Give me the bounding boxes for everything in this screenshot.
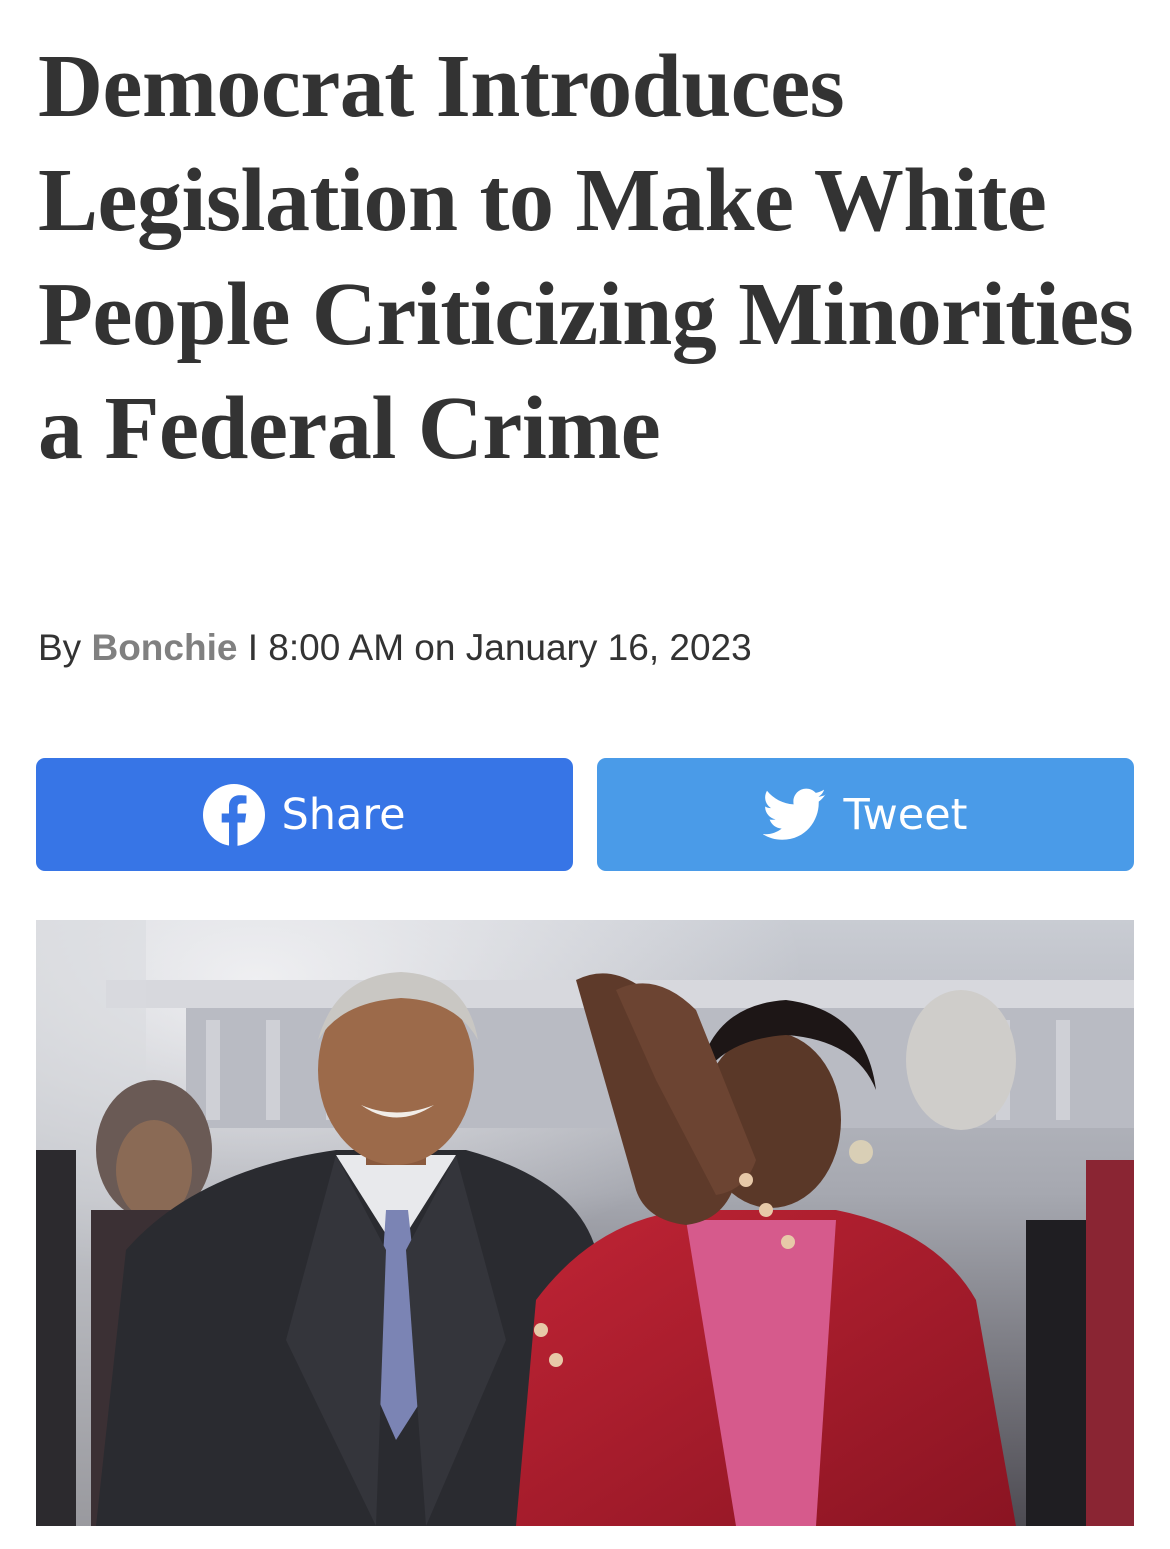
twitter-tweet-button[interactable]: Tweet [597, 758, 1134, 871]
article-byline: By Bonchie I 8:00 AM on January 16, 2023 [38, 626, 752, 670]
byline-separator: I [247, 627, 258, 668]
facebook-share-button[interactable]: Share [36, 758, 573, 871]
article-hero-photo [36, 920, 1134, 1526]
twitter-bird-icon [763, 788, 827, 842]
tweet-label: Tweet [843, 789, 968, 840]
facebook-icon [203, 783, 266, 846]
article-headline: Democrat Introduces Legislation to Make … [38, 37, 1134, 478]
article-page: Democrat Introduces Legislation to Make … [0, 0, 1170, 1549]
share-label: Share [281, 789, 406, 840]
byline-author-link[interactable]: Bonchie [91, 627, 237, 668]
byline-prefix: By [38, 627, 82, 668]
byline-timestamp: 8:00 AM on January 16, 2023 [268, 627, 752, 668]
